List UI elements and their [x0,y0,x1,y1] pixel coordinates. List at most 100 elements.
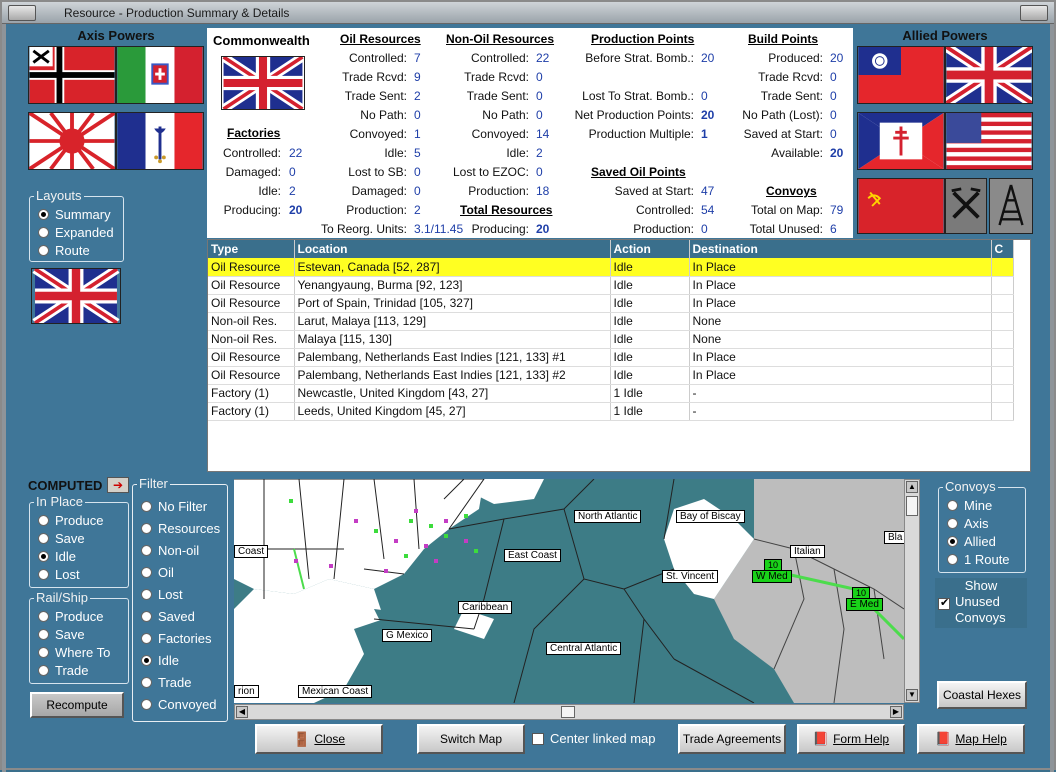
scroll-down-icon[interactable]: ▼ [906,689,918,701]
show-unused-checkbox[interactable] [938,596,950,610]
column-header[interactable]: Type [208,240,295,258]
filter-no-filter-radio[interactable]: No Filter [141,499,207,514]
non-oil-label: Convoyed: [471,127,529,141]
filter-convoyed-radio[interactable]: Convoyed [141,697,217,712]
table-row[interactable]: Non-oil Res. Malaya [115, 130] Idle None [208,330,1014,349]
japan-flag[interactable] [28,112,116,170]
in-place-idle-radio[interactable]: Idle [38,549,76,564]
column-header[interactable]: C [991,240,1014,258]
filter-non-oil-radio[interactable]: Non-oil [141,543,199,558]
computed-arrow-button[interactable]: ➔ [107,477,129,493]
column-header[interactable]: Action [610,240,690,258]
rail-ship-where-to-radio[interactable]: Where To [38,645,110,660]
filter-resources-radio[interactable]: Resources [141,521,220,536]
show-unused-convoys[interactable]: Show Unused Convoys [935,578,1027,628]
filter-lost-radio[interactable]: Lost [141,587,183,602]
map-view[interactable]: North Atlantic Bay of Biscay East Coast Coa… [234,479,904,703]
allied-powers-title: Allied Powers [902,28,988,43]
map-vertical-scrollbar[interactable]: ▲ ▼ [904,479,920,703]
filter-factories-radio[interactable]: Factories [141,631,211,646]
oil-value: 0 [414,108,421,122]
scroll-right-icon[interactable]: ▶ [890,706,902,718]
layout-expanded-radio[interactable]: Expanded [38,225,114,240]
bp-label: Saved at Start: [743,127,823,141]
switch-map-button[interactable]: Switch Map [417,724,525,754]
table-row[interactable]: Oil Resource Estevan, Canada [52, 287] Idl… [208,258,1014,277]
commonwealth-flag-small [31,268,121,324]
map-horizontal-scrollbar[interactable]: ◀ ▶ [234,704,904,720]
ussr-flag[interactable] [857,178,945,234]
column-header[interactable]: Destination [689,240,992,258]
convoys-group: Convoys Mine Axis Allied 1 Route [938,479,1026,573]
recompute-button[interactable]: Recompute [30,692,124,718]
convoys-axis-radio[interactable]: Axis [947,516,989,531]
in-place-produce-radio[interactable]: Produce [38,513,103,528]
table-row[interactable]: Oil Resource Port of Spain, Trinidad [105… [208,294,1014,313]
map-label: Bay of Biscay [676,510,745,523]
non-oil-value: 18 [536,184,550,198]
scroll-left-icon[interactable]: ◀ [236,706,248,718]
in-place-save-radio[interactable]: Save [38,531,85,546]
rail-ship-trade-radio[interactable]: Trade [38,663,88,678]
map-label: E Med [846,598,883,611]
table-row[interactable]: Factory (1) Leeds, United Kingdom [45, 27… [208,402,1014,421]
map-help-button[interactable]: 📕 Map Help [917,724,1025,754]
table-row[interactable]: Non-oil Res. Larut, Malaya [113, 129] Idle… [208,312,1014,331]
coastal-hexes-button[interactable]: Coastal Hexes [937,681,1027,709]
filter-oil-radio[interactable]: Oil [141,565,174,580]
convoy-counter[interactable]: 10 [852,587,871,599]
layout-summary-radio[interactable]: Summary [38,207,111,222]
button-label: Coastal Hexes [942,688,1022,702]
germany-flag[interactable] [28,46,116,104]
bp-value: 0 [830,70,837,84]
window-menu-button[interactable] [8,5,36,21]
horizontal-scroll-thumb[interactable] [561,706,575,718]
vichy-france-flag[interactable] [116,112,204,170]
usa-flag[interactable] [945,112,1033,170]
window-close-button[interactable] [1020,5,1048,21]
radio-label: Lost [55,567,80,582]
radio-label: Expanded [55,225,114,240]
table-row[interactable]: Factory (1) Newcastle, United Kingdom [43… [208,384,1014,403]
italy-flag[interactable] [116,46,204,104]
rail-ship-save-radio[interactable]: Save [38,627,85,642]
table-cell: Oil Resource [208,258,295,277]
china-flag[interactable] [857,46,945,104]
radio-dot [38,515,49,526]
radio-dot [141,633,152,644]
map-label: St. Vincent [662,570,719,583]
convoys-allied-radio[interactable]: Allied [947,534,996,549]
oil-derrick-icon[interactable] [989,178,1033,234]
table-cell: 1 Idle [610,402,690,421]
table-row[interactable]: Oil Resource Yenangyaung, Burma [92, 123]… [208,276,1014,295]
rail-ship-produce-radio[interactable]: Produce [38,609,103,624]
convoys-1-route-radio[interactable]: 1 Route [947,552,1010,567]
convoys-mine-radio[interactable]: Mine [947,498,992,513]
close-button[interactable]: 🚪 Close [255,724,383,754]
table-cell: None [689,330,992,349]
layout-route-radio[interactable]: Route [38,243,90,258]
filter-trade-radio[interactable]: Trade [141,675,191,690]
filter-saved-radio[interactable]: Saved [141,609,195,624]
table-row[interactable]: Oil Resource Palembang, Netherlands East … [208,348,1014,367]
form-help-button[interactable]: 📕 Form Help [797,724,905,754]
center-linked-map-checkbox[interactable] [532,732,544,745]
bp-label: Trade Rcvd: [758,70,823,84]
vertical-scroll-thumb[interactable] [906,496,918,516]
radio-label: Axis [964,516,989,531]
bp-label: Produced: [768,51,823,65]
trade-agreements-button[interactable]: Trade Agreements [678,724,786,754]
resource-mine-icon[interactable] [945,178,987,234]
table-row[interactable]: Oil Resource Palembang, Netherlands East … [208,366,1014,385]
center-linked-map-toggle[interactable]: Center linked map [532,731,656,746]
bp-value: 0 [830,89,837,103]
map-label: Bla [884,531,904,544]
column-header[interactable]: Location [294,240,611,258]
in-place-lost-radio[interactable]: Lost [38,567,80,582]
scroll-up-icon[interactable]: ▲ [906,481,918,493]
free-france-flag[interactable] [857,112,945,170]
pp-value: 1 [701,127,708,141]
convoy-counter[interactable]: 10 [764,559,783,571]
uk-flag-allied[interactable] [945,46,1033,104]
filter-idle-radio[interactable]: Idle [141,653,179,668]
